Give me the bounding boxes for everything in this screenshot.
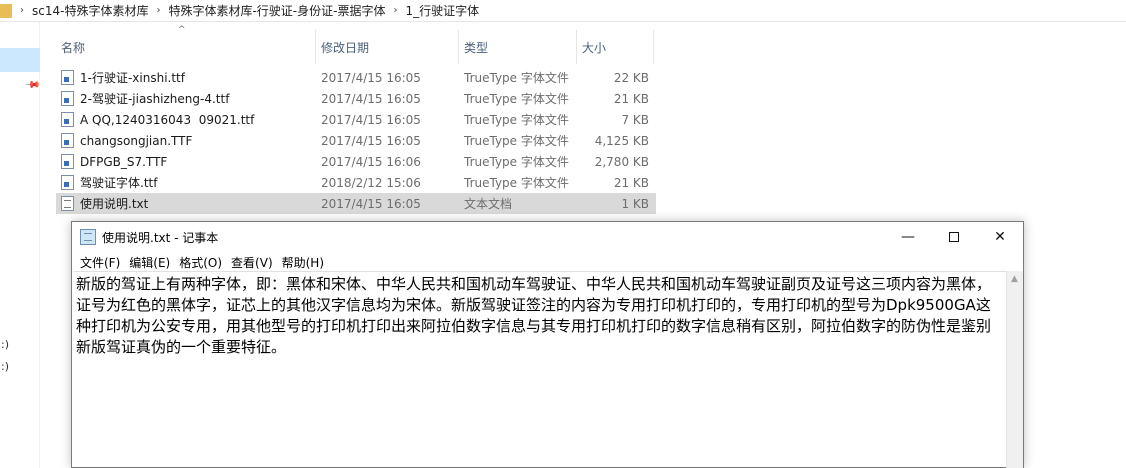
file-size: 22 KB [613,70,649,85]
maximize-icon [949,232,959,242]
pin-icon[interactable]: 📌 [24,77,41,94]
nav-item-label[interactable]: :) [1,360,9,373]
font-file-icon [61,154,74,169]
file-size: 21 KB [613,175,649,190]
minimize-icon: — [901,229,915,245]
file-name: DFPGB_S7.TTF [80,154,168,169]
file-size: 2,780 KB [594,154,649,169]
font-file-icon [61,175,74,190]
menu-bar: 文件(F) 编辑(E) 格式(O) 查看(V) 帮助(H) [72,252,1023,272]
file-name: changsongjian.TTF [80,133,193,148]
notepad-window: 使用说明.txt - 记事本 — ✕ 文件(F) 编辑(E) 格式(O) 查看(… [71,221,1024,468]
menu-file[interactable]: 文件(F) [80,254,120,271]
file-type: TrueType 字体文件 [464,71,569,85]
file-type: 文本文档 [464,197,513,211]
vertical-scrollbar[interactable]: ▲ [1006,271,1023,468]
column-type-label: 类型 [464,40,489,55]
notepad-title-bar[interactable]: 使用说明.txt - 记事本 — ✕ [72,222,1023,252]
column-size[interactable]: 大小 [577,30,654,64]
minimize-button[interactable]: — [885,222,931,252]
column-name[interactable]: ^ 名称 [56,25,316,64]
close-icon: ✕ [994,229,1006,245]
file-row-selected[interactable]: 使用说明.txt 2017/4/15 16:05 文本文档 1 KB [56,193,656,214]
file-size: 21 KB [613,91,649,106]
file-row[interactable]: changsongjian.TTF 2017/4/15 16:05 TrueTy… [56,130,656,151]
chevron-right-icon[interactable]: › [156,5,160,16]
file-date: 2017/4/15 16:05 [321,70,421,85]
file-name: 使用说明.txt [80,197,149,211]
file-date: 2018/2/12 15:06 [321,175,421,190]
file-date: 2017/4/15 16:05 [321,91,421,106]
column-size-label: 大小 [582,40,607,55]
column-date-label: 修改日期 [321,40,370,55]
file-type: TrueType 字体文件 [464,113,569,127]
notepad-icon [80,229,96,245]
text-file-icon [61,196,74,211]
document-text[interactable]: 新版的驾证上有两种字体，即：黑体和宋体、中华人民共和国机动车驾驶证、中华人民共和… [76,274,1002,358]
file-type: TrueType 字体文件 [464,92,569,106]
menu-view[interactable]: 查看(V) [231,254,273,271]
chevron-right-icon[interactable]: › [20,5,24,16]
file-name: A QQ,1240316043 09021.ttf [80,112,255,127]
column-type[interactable]: 类型 [459,30,577,64]
menu-format[interactable]: 格式(O) [179,254,222,271]
nav-selected-item[interactable] [0,48,40,72]
file-name: 1-行驶证-xinshi.ttf [80,71,185,85]
file-date: 2017/4/15 16:06 [321,154,421,169]
breadcrumb-item-fonts[interactable]: 特殊字体素材库-行驶证-身份证-票据字体 [168,2,385,19]
file-type: TrueType 字体文件 [464,176,569,190]
menu-help[interactable]: 帮助(H) [282,254,324,271]
folder-icon [0,3,12,18]
scroll-up-icon[interactable]: ▲ [1011,274,1018,284]
file-row[interactable]: 驾驶证字体.ttf 2018/2/12 15:06 TrueType 字体文件 … [56,172,656,193]
window-title: 使用说明.txt - 记事本 [102,230,219,245]
close-button[interactable]: ✕ [977,222,1023,252]
file-name: 2-驾驶证-jiashizheng-4.ttf [80,92,230,106]
chevron-right-icon[interactable]: › [393,5,397,16]
file-size: 4,125 KB [594,133,649,148]
file-size: 7 KB [621,112,649,127]
file-type: TrueType 字体文件 [464,155,569,169]
font-file-icon [61,70,74,85]
file-list: 1-行驶证-xinshi.ttf 2017/4/15 16:05 TrueTyp… [56,67,656,214]
menu-edit[interactable]: 编辑(E) [129,254,170,271]
maximize-button[interactable] [931,222,977,252]
navigation-pane: 📌 :) :) [0,22,41,468]
font-file-icon [61,91,74,106]
font-file-icon [61,133,74,148]
file-date: 2017/4/15 16:05 [321,196,421,211]
text-editor-area[interactable]: 新版的驾证上有两种字体，即：黑体和宋体、中华人民共和国机动车驾驶证、中华人民共和… [74,271,1006,468]
file-type: TrueType 字体文件 [464,134,569,148]
breadcrumb: › sc14-特殊字体素材库 › 特殊字体素材库-行驶证-身份证-票据字体 › … [0,0,1126,22]
file-row[interactable]: A QQ,1240316043 09021.ttf 2017/4/15 16:0… [56,109,656,130]
breadcrumb-item-library[interactable]: sc14-特殊字体素材库 [32,2,148,19]
file-row[interactable]: DFPGB_S7.TTF 2017/4/15 16:06 TrueType 字体… [56,151,656,172]
breadcrumb-item-current[interactable]: 1_行驶证字体 [405,2,479,19]
file-row[interactable]: 2-驾驶证-jiashizheng-4.ttf 2017/4/15 16:05 … [56,88,656,109]
column-name-label: 名称 [61,40,86,55]
font-file-icon [61,112,74,127]
column-header: ^ 名称 修改日期 类型 大小 [56,25,654,64]
file-name: 驾驶证字体.ttf [80,176,158,190]
file-date: 2017/4/15 16:05 [321,133,421,148]
nav-item-label[interactable]: :) [1,338,9,351]
file-size: 1 KB [621,196,649,211]
column-date[interactable]: 修改日期 [316,30,459,64]
file-date: 2017/4/15 16:05 [321,112,421,127]
sort-ascending-icon: ^ [178,25,186,35]
file-row[interactable]: 1-行驶证-xinshi.ttf 2017/4/15 16:05 TrueTyp… [56,67,656,88]
